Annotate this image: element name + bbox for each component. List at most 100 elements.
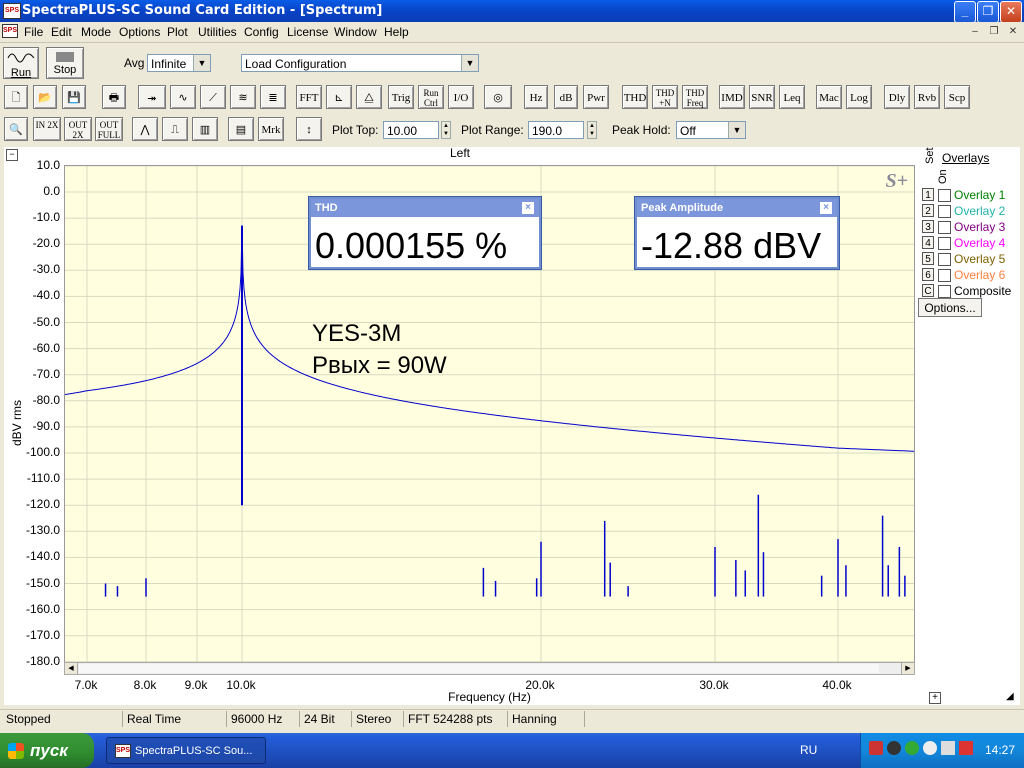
menu-utilities[interactable]: Utilities (198, 25, 237, 39)
close-icon[interactable]: × (819, 201, 833, 215)
resize-grip-icon[interactable]: ◢ (1006, 691, 1018, 703)
mrk-button[interactable]: Mrk (258, 117, 284, 141)
imd-button[interactable]: IMD (719, 85, 745, 109)
new-file-icon[interactable]: 🗋 (4, 85, 28, 109)
waveform-icon[interactable]: ∿ (170, 85, 196, 109)
overlay-checkbox[interactable] (938, 237, 951, 250)
plot-top-spinner[interactable]: ▲ ▼ (441, 121, 451, 139)
overlay-checkbox[interactable] (938, 189, 951, 202)
run-button[interactable]: Run (3, 47, 39, 79)
signal-generator-icon[interactable]: ◎ (484, 85, 512, 109)
language-indicator[interactable]: RU (800, 743, 817, 757)
overlay-set-button[interactable]: 6 (922, 268, 934, 281)
line-plot-icon[interactable]: ⋀ (132, 117, 158, 141)
minimize-button[interactable]: _ (954, 1, 976, 23)
overlay-set-button[interactable]: 2 (922, 204, 934, 217)
close-icon[interactable]: × (521, 201, 535, 215)
mac-button[interactable]: Mac (816, 85, 842, 109)
overlay-set-button[interactable]: 1 (922, 188, 934, 201)
overlay-set-button[interactable]: 3 (922, 220, 934, 233)
thd-meter[interactable]: THD × 0.000155 % (309, 197, 541, 269)
mdi-restore-button[interactable]: ❐ (987, 25, 1001, 38)
bar-plot-icon[interactable]: ▥ (192, 117, 218, 141)
overlay-checkbox[interactable] (938, 285, 951, 298)
open-folder-icon[interactable]: 📂 (33, 85, 57, 109)
start-button[interactable]: пуск (0, 733, 94, 768)
overlay-checkbox[interactable] (938, 269, 951, 282)
plot-range-input[interactable]: 190.0 (528, 121, 584, 139)
io-button[interactable]: I/O (448, 85, 474, 109)
close-button[interactable]: ✕ (1000, 1, 1022, 23)
overlay-checkbox[interactable] (938, 253, 951, 266)
peak-amplitude-meter[interactable]: Peak Amplitude × -12.88 dBV (635, 197, 839, 269)
pwr-button[interactable]: Pwr (583, 85, 609, 109)
security-icon[interactable] (959, 741, 973, 755)
scroll-thumb[interactable] (79, 664, 879, 673)
hz-button[interactable]: Hz (524, 85, 548, 109)
spectrogram-icon[interactable]: ≋ (230, 85, 256, 109)
zoom-icon[interactable]: 🔍 (4, 117, 28, 141)
menu-options[interactable]: Options (119, 25, 160, 39)
app-icon[interactable]: SPS (3, 3, 21, 19)
rvb-button[interactable]: Rvb (914, 85, 940, 109)
plot-horizontal-scrollbar[interactable]: ◀ ▶ (64, 662, 915, 675)
zoom-in-2x-button[interactable]: IN 2X (33, 117, 61, 141)
save-icon[interactable]: 💾 (62, 85, 86, 109)
antivirus-icon[interactable] (905, 741, 919, 755)
overlay-set-button[interactable]: 4 (922, 236, 934, 249)
overlay-set-button[interactable]: C (922, 284, 934, 297)
thd-n-button[interactable]: THD +N (652, 85, 678, 109)
network-icon[interactable] (869, 741, 883, 755)
fast-forward-icon[interactable]: ⯮ (138, 85, 166, 109)
menu-help[interactable]: Help (384, 25, 409, 39)
chevron-down-icon[interactable]: ▼ (193, 55, 210, 71)
scroll-left-icon[interactable]: ◀ (65, 663, 78, 674)
menu-edit[interactable]: Edit (51, 25, 72, 39)
leq-button[interactable]: Leq (779, 85, 805, 109)
plot-top-input[interactable]: 10.00 (383, 121, 439, 139)
taskbar-app-button[interactable]: SPS SpectraPLUS-SC Sou... (106, 737, 266, 764)
table-icon[interactable]: ▤ (228, 117, 254, 141)
scroll-right-icon[interactable]: ▶ (901, 663, 914, 674)
media-icon[interactable] (887, 741, 901, 755)
disc-icon[interactable] (923, 741, 937, 755)
autoscale-icon[interactable]: ↕ (296, 117, 322, 141)
waterfall-icon[interactable]: ≣ (260, 85, 286, 109)
menu-config[interactable]: Config (244, 25, 279, 39)
mdi-minimize-button[interactable]: – (968, 25, 982, 38)
thd-button[interactable]: THD (622, 85, 648, 109)
menu-mode[interactable]: Mode (81, 25, 111, 39)
ramp-icon[interactable]: ⟋ (200, 85, 226, 109)
menu-window[interactable]: Window (334, 25, 377, 39)
plot-range-spinner[interactable]: ▲ ▼ (587, 121, 597, 139)
dly-button[interactable]: Dly (884, 85, 910, 109)
overlay-checkbox[interactable] (938, 205, 951, 218)
menu-plot[interactable]: Plot (167, 25, 188, 39)
peak-hold-select[interactable]: Off ▼ (676, 121, 746, 139)
snr-button[interactable]: SNR (749, 85, 775, 109)
expand-icon[interactable]: + (929, 692, 941, 704)
overlay-checkbox[interactable] (938, 221, 951, 234)
run-ctrl-button[interactable]: Run Ctrl (418, 85, 444, 109)
triangle-icon[interactable]: ⧋ (356, 85, 382, 109)
avg-select[interactable]: Infinite ▼ (147, 54, 211, 72)
zoom-out-full-button[interactable]: OUT FULL (95, 117, 123, 141)
stop-button[interactable]: Stop (46, 47, 84, 79)
doc-icon[interactable]: SPS (2, 24, 18, 38)
overlay-options-button[interactable]: Options... (918, 298, 982, 317)
axis-icon[interactable]: ⊾ (326, 85, 352, 109)
log-button[interactable]: Log (846, 85, 872, 109)
mdi-close-button[interactable]: ✕ (1006, 25, 1020, 38)
zoom-out-2x-button[interactable]: OUT 2X (64, 117, 92, 141)
menu-file[interactable]: File (24, 25, 43, 39)
fft-button[interactable]: FFT (296, 85, 322, 109)
db-button[interactable]: dB (554, 85, 578, 109)
trig-button[interactable]: Trig (388, 85, 414, 109)
chevron-down-icon[interactable]: ▼ (728, 122, 745, 138)
volume-icon[interactable] (941, 741, 955, 755)
thd-freq-button[interactable]: THD Freq (682, 85, 708, 109)
print-icon[interactable]: 🖶 (102, 85, 126, 109)
step-plot-icon[interactable]: ⎍ (162, 117, 188, 141)
scp-button[interactable]: Scp (944, 85, 970, 109)
chevron-down-icon[interactable]: ▼ (461, 55, 478, 71)
